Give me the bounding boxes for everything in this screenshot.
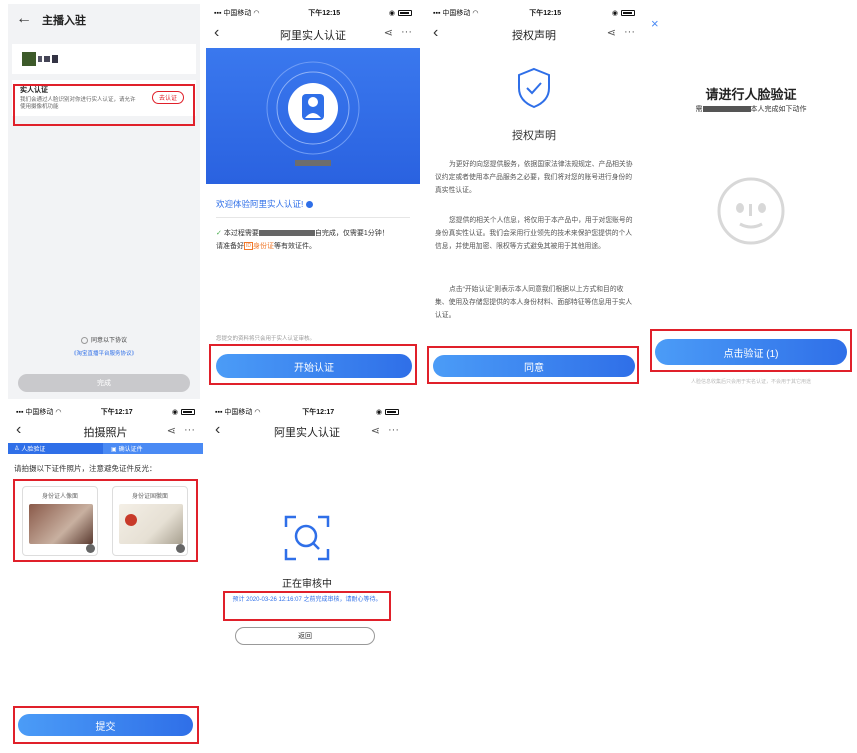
p1-title: 主播入驻 [42,15,86,27]
back-button[interactable]: 返回 [235,627,375,645]
panel-take-photo: ▪▪▪ 中国移动 ◠ 下午12:17 ◉ ‹ 拍摄照片 ⋖ ··· ♙ 人脸验证 ▣… [8,403,203,748]
info-icon[interactable] [305,201,313,209]
id-label: 身份证 [253,243,274,250]
welcome-text: 欢迎体验阿里实人认证! [216,198,313,210]
scan-search-icon [284,515,330,561]
review-status: 正在审核中 [282,579,332,590]
shield-check-icon [518,67,550,109]
lock-icon: ◉ [611,10,618,17]
signal-icon: ▪▪▪ [16,409,24,416]
p6-navbar: ‹ 阿里实人认证 ⋖ ··· [207,421,407,443]
more-icon[interactable]: ··· [401,26,412,39]
panel-face-verify: × 请进行人脸验证 需本人完成如下动作 点击验证 (1) 人脸信息收集后只会用于… [647,4,855,394]
step-card-icon: ▣ [111,447,117,453]
auth-para3: 点击“开始认证”则表示本人同意我们根据以上方式和目的收集、使用及存储您提供的本人… [435,286,633,319]
panel-under-review: ▪▪▪ 中国移动 ◠ 下午12:17 ◉ ‹ 阿里实人认证 ⋖ ··· 正在审核中… [207,403,407,653]
step-bar: ♙ 人脸验证 ▣ 确认证件 [8,443,203,454]
agree-row[interactable]: 同意以下协议 [8,335,200,344]
p6-time: 下午12:17 [302,409,335,416]
photo-instruction: 请拍摄以下证件照片，注意避免证件反光： [14,464,157,473]
back-chevron-icon[interactable]: ‹ [433,24,438,42]
auth-para2: 您提供的相关个人信息，将仅用于本产品中，用于对您账号的身份真实性认证。我们会采用… [435,217,633,250]
battery-icon [620,10,635,16]
p2-line1: ✓ 本过程需要 自完成，仅需要1分钟！ [216,230,389,237]
p2-banner [206,48,420,184]
p2-divider [216,217,410,218]
p1-profile-area [12,44,196,74]
share-icon[interactable]: ⋖ [384,26,393,39]
pixelated-avatar [22,52,58,66]
id-card-icon: ID [244,242,253,251]
p1-navbar: ← 主播入驻 [8,4,200,36]
p2-line2: 请准备好 ID 身份证等有效证件。 [216,242,316,251]
redacted-name [258,230,315,237]
lock-icon: ◉ [375,409,382,416]
battery-icon [180,409,195,415]
p6-title: 阿里实人认证 [274,427,340,439]
auth-heading: 授权声明 [512,130,556,142]
more-icon[interactable]: ··· [388,424,399,437]
back-chevron-icon[interactable]: ‹ [16,421,21,439]
close-icon[interactable]: × [651,16,659,31]
p2-navbar: ‹ 阿里实人认证 ⋖ ··· [206,22,420,48]
signal-icon: ▪▪▪ [215,409,223,416]
wifi-icon: ◠ [254,409,261,416]
share-icon[interactable]: ⋖ [607,26,616,39]
done-button[interactable]: 完成 [18,374,190,392]
step-person-icon: ♙ [14,446,20,452]
p5-submit-highlight-box [13,706,199,744]
p2-statusbar: ▪▪▪ 中国移动 ◠ 下午12:15 ◉ [206,4,420,22]
p5-time: 下午12:17 [100,409,133,416]
back-chevron-icon[interactable]: ‹ [215,421,220,439]
wifi-icon: ◠ [472,10,479,17]
battery-icon [384,409,399,415]
p5-highlight-box [13,479,198,562]
lock-icon: ◉ [388,10,395,17]
p3-highlight-box [427,346,639,384]
p6-statusbar: ▪▪▪ 中国移动 ◠ 下午12:17 ◉ [207,403,407,421]
radio-icon[interactable] [80,336,88,344]
battery-icon [397,10,412,16]
p3-navbar: ‹ 授权声明 ⋖ ··· [425,22,643,48]
p3-time: 下午12:15 [529,10,562,17]
share-icon[interactable]: ⋖ [371,424,380,437]
signal-icon: ▪▪▪ [214,10,222,17]
p6-highlight-box [223,591,391,621]
check-icon: ✓ [216,230,222,237]
panel-streamer-signup: ← 主播入驻 实人认证 我们会通过人脸识别对你进行实人认证，请允许使用摄像机功能… [8,4,200,399]
agree-label: 同意以下协议 [90,338,127,344]
p5-navbar: ‹ 拍摄照片 ⋖ ··· [8,421,203,443]
more-icon[interactable]: ··· [624,26,635,39]
p2-highlight-box [209,344,417,385]
signal-icon: ▪▪▪ [433,10,441,17]
face-heading: 请进行人脸验证 [705,87,797,102]
panel-authorization: ▪▪▪ 中国移动 ◠ 下午12:15 ◉ ‹ 授权声明 ⋖ ··· 授权声明 为更… [425,4,643,387]
back-chevron-icon[interactable]: ‹ [214,24,219,42]
face-outline-icon [717,177,785,245]
wifi-icon: ◠ [253,10,260,17]
panel-ali-welcome: ▪▪▪ 中国移动 ◠ 下午12:15 ◉ ‹ 阿里实人认证 ⋖ ··· 欢迎体验阿… [206,4,420,387]
p3-title: 授权声明 [512,30,556,42]
p3-statusbar: ▪▪▪ 中国移动 ◠ 下午12:15 ◉ [425,4,643,22]
p1-highlight-box [13,84,195,126]
p2-time: 下午12:15 [308,10,341,17]
wifi-icon: ◠ [55,409,62,416]
agreement-link[interactable]: 《淘宝直播平台服务协议》 [8,349,200,357]
p4-highlight-box [650,329,852,372]
p5-title: 拍摄照片 [83,427,128,439]
lock-icon: ◉ [171,409,178,416]
more-icon[interactable]: ··· [184,424,195,437]
redacted-name [702,106,751,113]
share-icon[interactable]: ⋖ [167,424,176,437]
face-subtitle: 需本人完成如下动作 [695,106,807,113]
face-note: 人脸信息收集后只会用于实名认证，不会用于其它用途 [690,379,811,385]
auth-para1: 为更好的向您提供服务，依据国家法律法规规定、产品相关协议约定或者使用本产品服务之… [435,161,633,194]
step-2: ▣ 确认证件 [111,447,143,453]
p2-footnote: 您提交的资料将只会用于实人认证审核。 [216,336,316,342]
back-arrow-icon[interactable]: ← [16,10,32,28]
avatar-icon [266,61,360,166]
p2-title: 阿里实人认证 [280,30,346,42]
p5-statusbar: ▪▪▪ 中国移动 ◠ 下午12:17 ◉ [8,403,203,421]
step-1: ♙ 人脸验证 [8,443,103,454]
